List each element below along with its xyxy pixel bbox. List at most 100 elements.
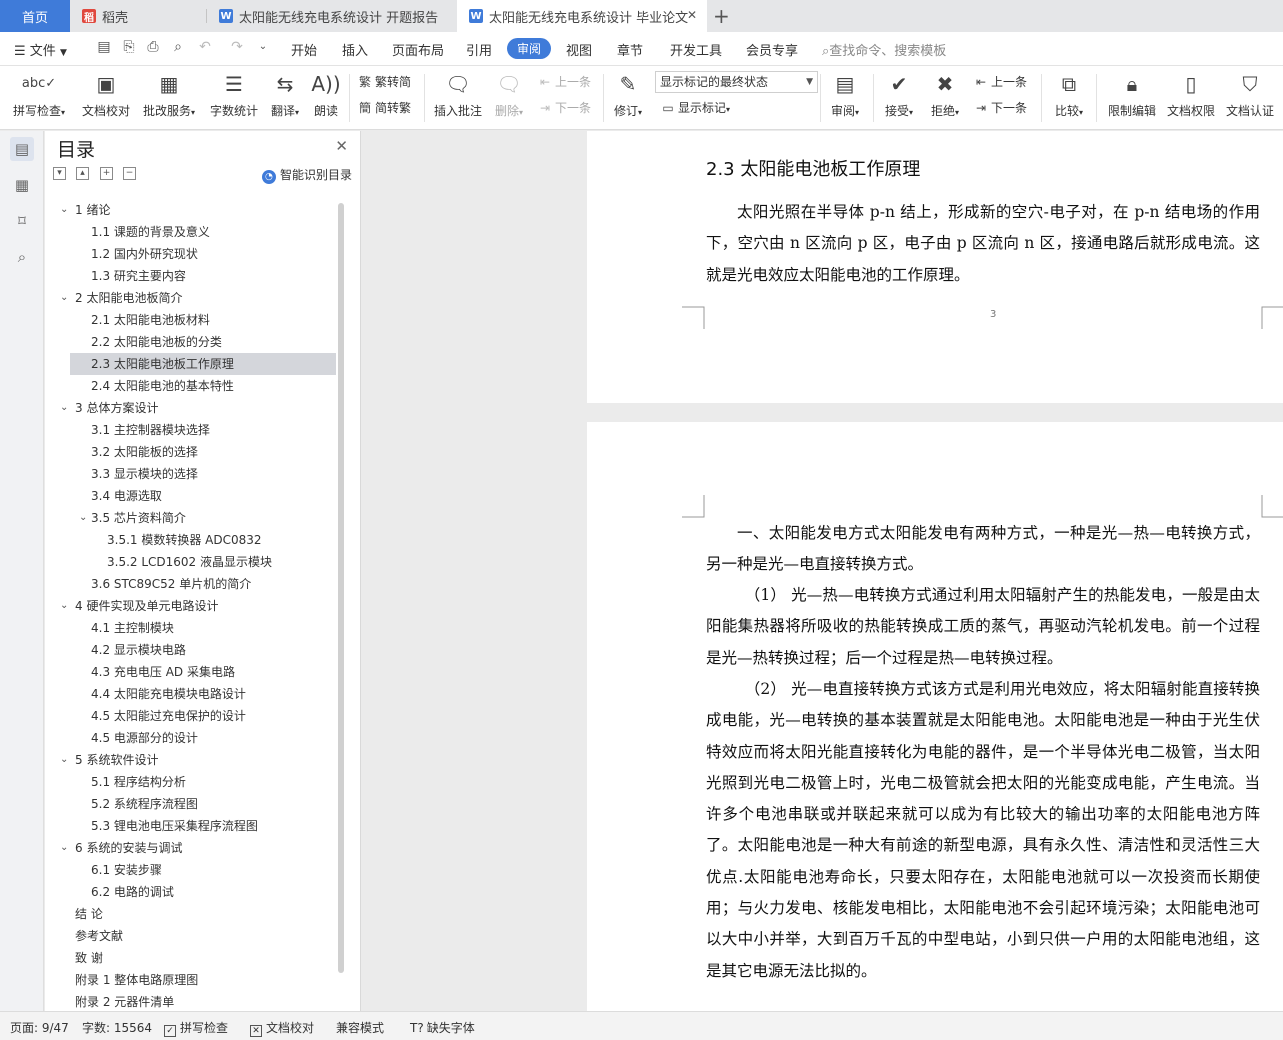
toc-item[interactable]: 致 谢 — [70, 947, 336, 969]
expand-chevron-icon[interactable]: ⌄ — [60, 199, 68, 221]
add-heading-icon[interactable]: + — [100, 167, 113, 180]
tab-proposal[interactable]: W 太阳能无线充电系统设计 开题报告 — [207, 0, 457, 32]
print-preview-icon[interactable]: ⌕ — [169, 38, 187, 56]
customize-icon[interactable]: ⌄ — [254, 38, 272, 56]
toc-item[interactable]: 2.4 太阳能电池的基本特性 — [70, 375, 336, 397]
tab-thesis[interactable]: W 太阳能无线充电系统设计 毕业论文 ✕ — [457, 0, 707, 32]
toc-item[interactable]: 1.3 研究主要内容 — [70, 265, 336, 287]
annotate-service-button[interactable]: ▦ 批改服务▾ — [138, 70, 200, 126]
toc-item[interactable]: 4.5 电源部分的设计 — [70, 727, 336, 749]
toc-item[interactable]: 4.4 太阳能充电模块电路设计 — [70, 683, 336, 705]
menu-review[interactable]: 审阅 — [507, 38, 552, 59]
delete-comment-button[interactable]: 🗨 删除▾ — [491, 70, 527, 126]
print-icon[interactable]: ⎙ — [144, 38, 162, 56]
accept-button[interactable]: ✔ 接受▾ — [881, 70, 917, 126]
toc-item[interactable]: 5.3 锂电池电压采集程序流程图 — [70, 815, 336, 837]
word-count-button[interactable]: ☰ 字数统计 — [207, 70, 261, 126]
review-pane-button[interactable]: ▤ 审阅▾ — [827, 70, 863, 126]
toc-panel-icon[interactable]: ▤ — [10, 137, 34, 161]
toc-item[interactable]: 3.4 电源选取 — [70, 485, 336, 507]
toc-scrollbar[interactable] — [338, 203, 344, 973]
toc-item[interactable]: 6.2 电路的调试 — [70, 881, 336, 903]
remove-heading-icon[interactable]: − — [123, 167, 136, 180]
toc-item[interactable]: 结 论 — [70, 903, 336, 925]
toc-item[interactable]: 2.1 太阳能电池板材料 — [70, 309, 336, 331]
markup-display-select[interactable]: 显示标记的最终状态 ▼ — [655, 71, 818, 93]
toc-item[interactable]: 5.1 程序结构分析 — [70, 771, 336, 793]
menu-reference[interactable]: 引用 — [466, 40, 492, 59]
show-markup-button[interactable]: ▭ 显示标记▾ — [660, 98, 730, 118]
page-indicator[interactable]: 页面: 9/47 — [10, 1019, 69, 1036]
reject-button[interactable]: ✖ 拒绝▾ — [927, 70, 963, 126]
expand-chevron-icon[interactable]: ⌄ — [60, 595, 68, 617]
expand-chevron-icon[interactable]: ⌄ — [60, 287, 68, 309]
doc-permission-button[interactable]: ▯ 文档权限 — [1165, 70, 1217, 126]
toc-item[interactable]: 3.5.1 模数转换器 ADC0832 — [70, 529, 336, 551]
toc-item[interactable]: 3.6 STC89C52 单片机的简介 — [70, 573, 336, 595]
prev-comment-button[interactable]: ⇤ 上一条 — [537, 72, 591, 92]
toc-item[interactable]: 3.5.2 LCD1602 液晶显示模块 — [70, 551, 336, 573]
close-icon[interactable]: ✕ — [335, 137, 348, 155]
expand-chevron-icon[interactable]: ⌄ — [79, 507, 87, 529]
collapse-all-icon[interactable]: ▾ — [53, 167, 66, 180]
bookmark-icon[interactable]: ⌑ — [10, 209, 34, 233]
save-icon[interactable]: ▤ — [95, 38, 113, 56]
toc-item[interactable]: ⌄ 3 总体方案设计 — [60, 397, 336, 419]
toc-item[interactable]: ⌄ 6 系统的安装与调试 — [60, 837, 336, 859]
next-change-button[interactable]: ⇥ 下一条 — [973, 98, 1027, 118]
toc-item[interactable]: 1.1 课题的背景及意义 — [70, 221, 336, 243]
restrict-edit-button[interactable]: 🔒︎ 限制编辑 — [1105, 70, 1159, 126]
toc-item[interactable]: 2.2 太阳能电池板的分类 — [70, 331, 336, 353]
expand-chevron-icon[interactable]: ⌄ — [60, 837, 68, 859]
doc-proof-status[interactable]: ✕ 文档校对 — [250, 1019, 314, 1037]
menu-chapter[interactable]: 章节 — [617, 40, 643, 59]
tab-docer[interactable]: 稻 稻壳 — [70, 0, 207, 32]
menu-insert[interactable]: 插入 — [342, 40, 368, 59]
word-count-indicator[interactable]: 字数: 15564 — [82, 1019, 152, 1036]
toc-item[interactable]: 1.2 国内外研究现状 — [70, 243, 336, 265]
toc-item[interactable]: 3.3 显示模块的选择 — [70, 463, 336, 485]
menu-member[interactable]: 会员专享 — [746, 40, 798, 59]
toc-item[interactable]: ⌄ 3.5 芯片资料简介 — [70, 507, 336, 529]
menu-developer[interactable]: 开发工具 — [670, 40, 722, 59]
new-tab-button[interactable]: + — [713, 0, 737, 32]
redo-icon[interactable]: ↷ — [228, 38, 246, 56]
menu-start[interactable]: 开始 — [291, 40, 317, 59]
spellcheck-button[interactable]: abc✓ 拼写检查▾ — [8, 70, 70, 126]
toc-item[interactable]: 2.3 太阳能电池板工作原理 — [70, 353, 336, 375]
doc-certify-button[interactable]: ⛉ 文档认证 — [1223, 70, 1277, 126]
menu-layout[interactable]: 页面布局 — [392, 40, 444, 59]
toc-item[interactable]: 6.1 安装步骤 — [70, 859, 336, 881]
missing-font-button[interactable]: T? 缺失字体 — [410, 1019, 475, 1036]
next-comment-button[interactable]: ⇥ 下一条 — [537, 98, 591, 118]
translate-button[interactable]: ⇆ 翻译▾ — [266, 70, 304, 126]
toc-item[interactable]: 4.1 主控制模块 — [70, 617, 336, 639]
toc-item[interactable]: ⌄ 4 硬件实现及单元电路设计 — [60, 595, 336, 617]
chapter-nav-icon[interactable]: ▦ — [10, 173, 34, 197]
toc-item[interactable]: 参考文献 — [70, 925, 336, 947]
paragraph[interactable]: 一、太阳能发电方式太阳能发电有两种方式，一种是光—热—电转换方式，另一种是光—电… — [706, 518, 1260, 581]
close-icon[interactable]: ✕ — [687, 8, 697, 22]
toc-item[interactable]: ⌄ 5 系统软件设计 — [60, 749, 336, 771]
expand-chevron-icon[interactable]: ⌄ — [60, 749, 68, 771]
toc-item[interactable]: 5.2 系统程序流程图 — [70, 793, 336, 815]
file-menu[interactable]: ☰ 文件 ▼ — [14, 40, 67, 59]
tab-home[interactable]: 首页 — [0, 0, 70, 32]
smart-toc-button[interactable]: ◔ 智能识别目录 — [261, 166, 352, 184]
paragraph[interactable]: （2） 光—电直接转换方式该方式是利用光电效应，将太阳辐射能直接转换成电能，光—… — [706, 674, 1260, 987]
expand-up-icon[interactable]: ▴ — [76, 167, 89, 180]
command-search[interactable]: ⌕查找命令、搜索模板 — [822, 40, 946, 59]
paragraph[interactable]: 太阳光照在半导体 p-n 结上，形成新的空穴-电子对，在 p-n 结电场的作用下… — [706, 197, 1260, 291]
search-icon[interactable]: ⌕ — [10, 245, 34, 269]
undo-icon[interactable]: ↶ — [196, 38, 214, 56]
read-aloud-button[interactable]: A)) 朗读 — [311, 70, 341, 126]
toc-item[interactable]: 4.2 显示模块电路 — [70, 639, 336, 661]
prev-change-button[interactable]: ⇤ 上一条 — [973, 72, 1027, 92]
toc-item[interactable]: ⌄ 2 太阳能电池板简介 — [60, 287, 336, 309]
track-changes-button[interactable]: ✎ 修订▾ — [611, 70, 645, 126]
menu-view[interactable]: 视图 — [566, 40, 592, 59]
spellcheck-toggle[interactable]: ✓ 拼写检查 — [164, 1019, 228, 1037]
toc-item[interactable]: 4.5 太阳能过充电保护的设计 — [70, 705, 336, 727]
toc-item[interactable]: 3.1 主控制器模块选择 — [70, 419, 336, 441]
doc-proof-button[interactable]: ▣ 文档校对 — [79, 70, 133, 126]
